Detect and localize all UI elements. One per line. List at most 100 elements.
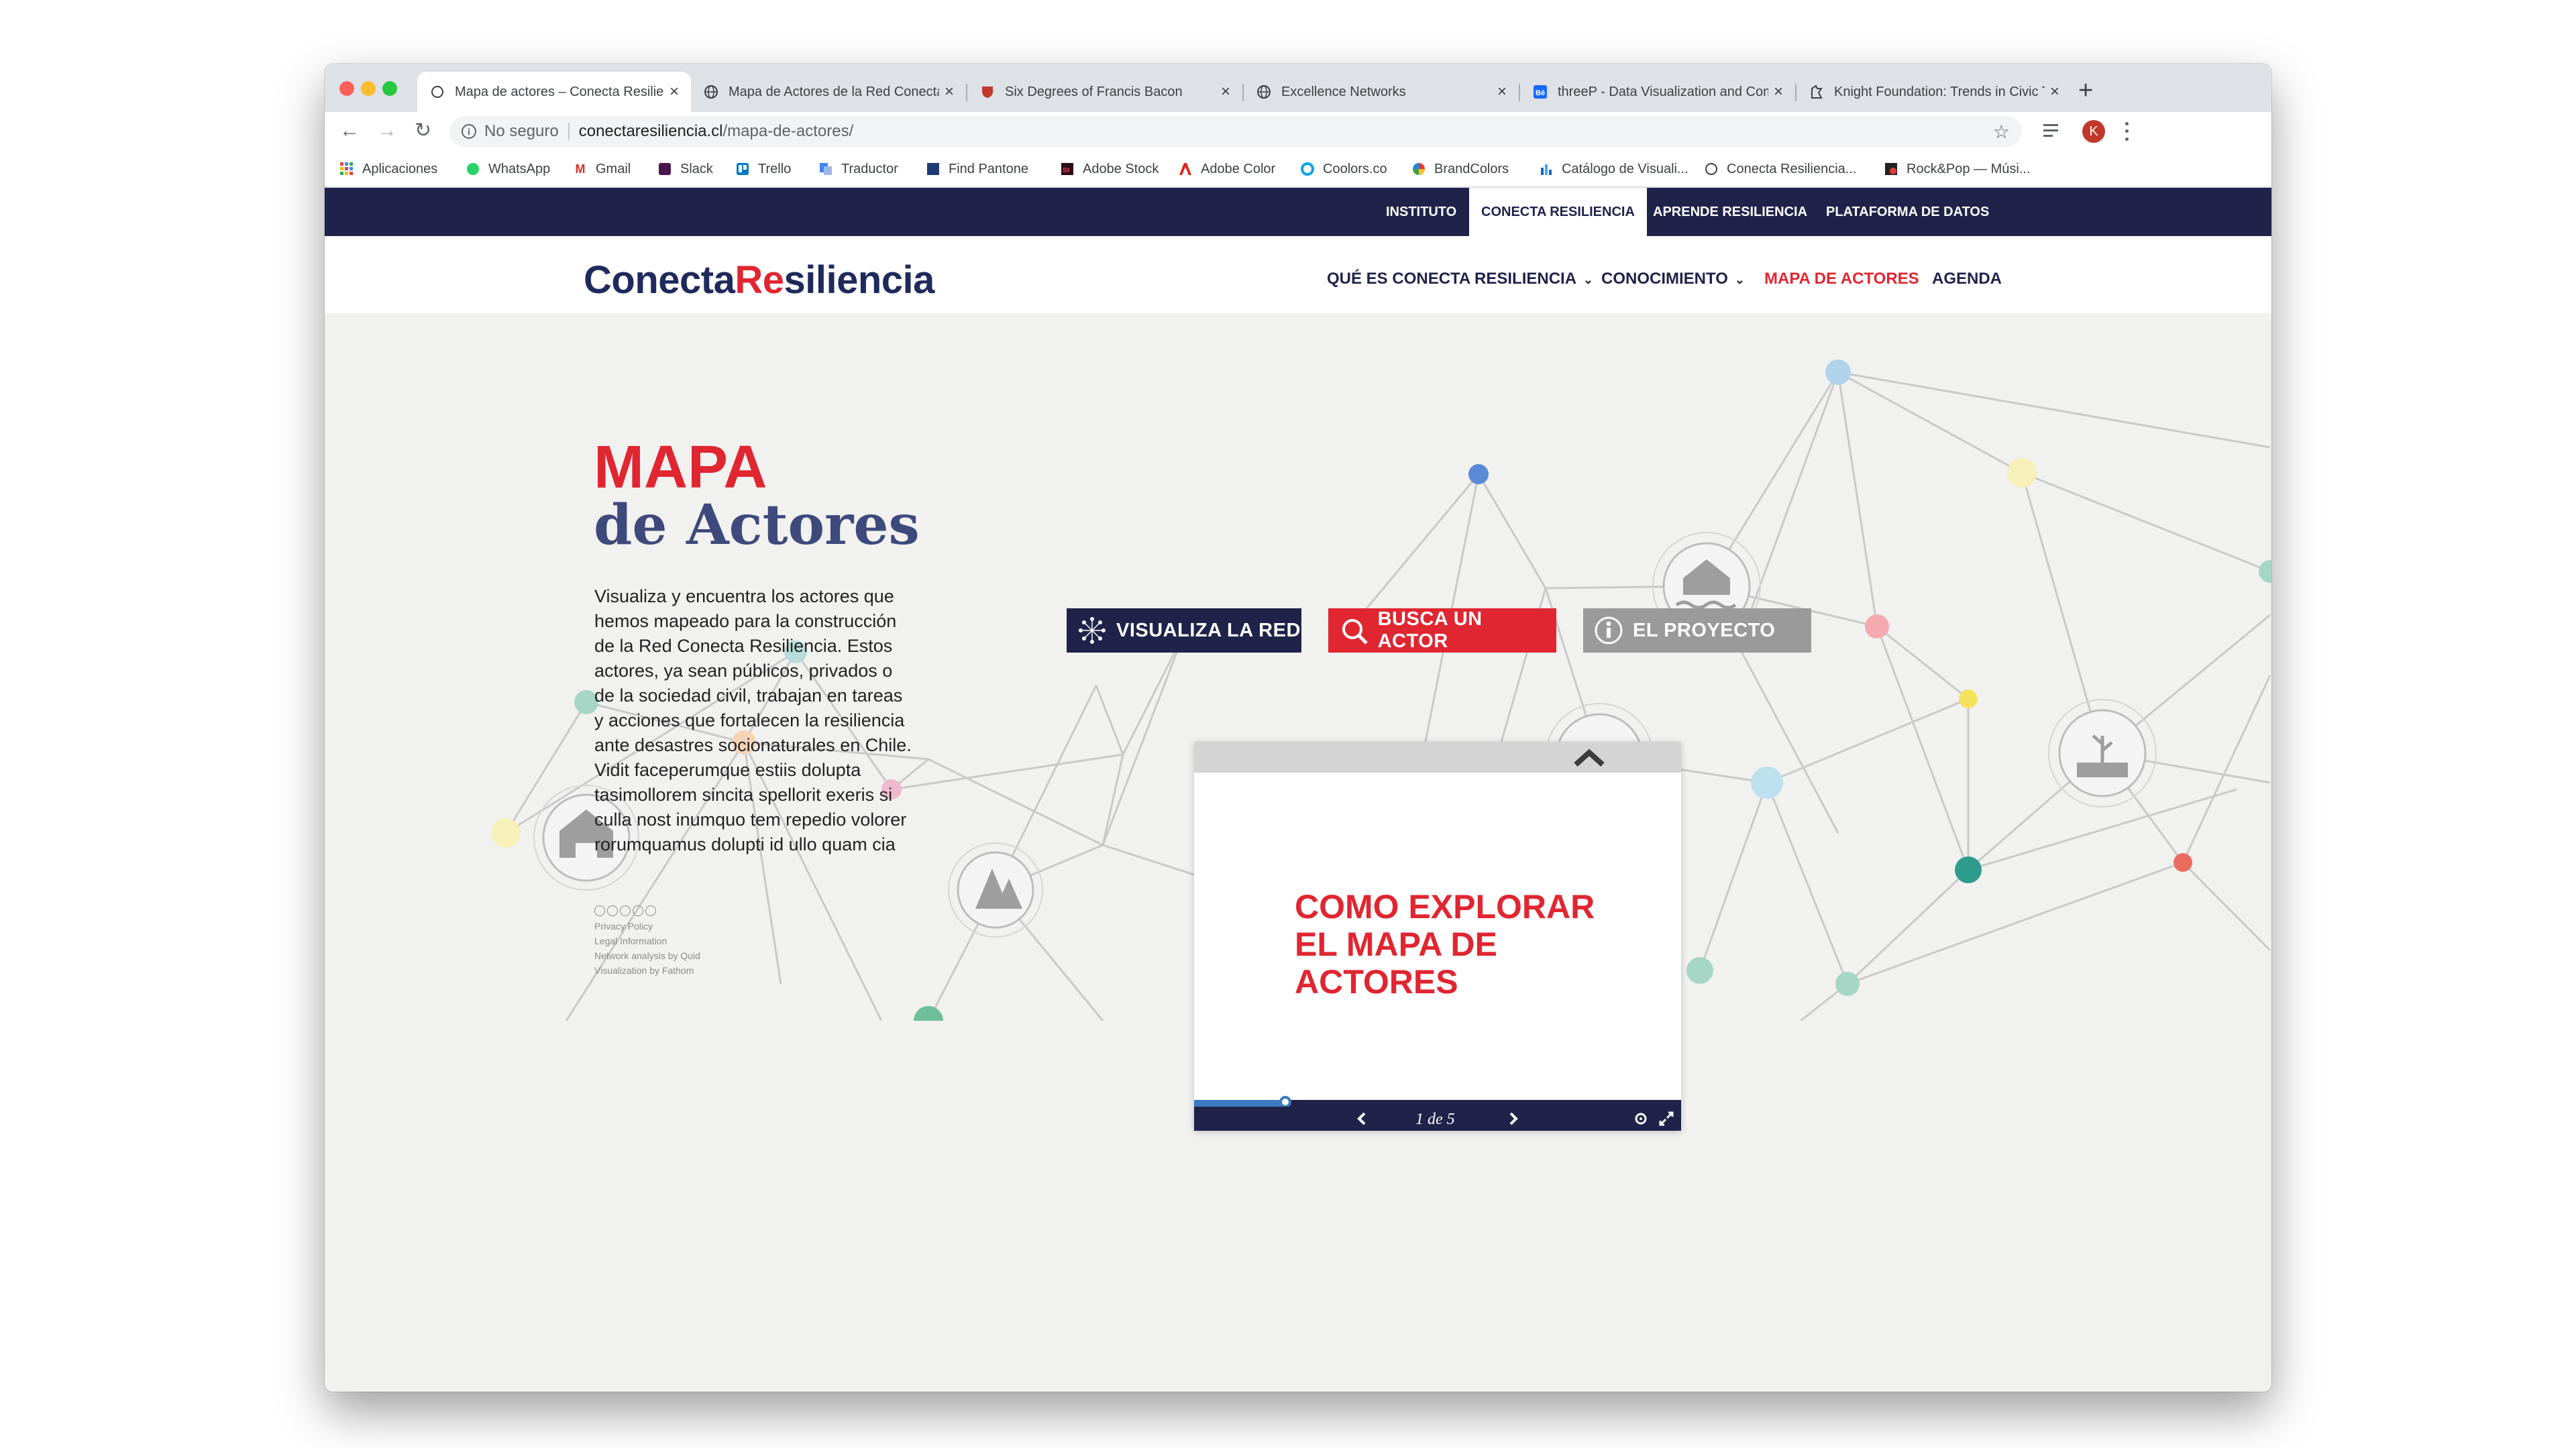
bookmark-label: Find Pantone [949,161,1028,176]
visualiza-la-red-button[interactable]: VISUALIZA LA RED [1067,608,1301,653]
collapse-chevron-icon[interactable] [1572,747,1606,767]
bookmark-brandcolors[interactable]: BrandColors [1411,159,1509,179]
bookmark-label: Adobe Stock [1083,161,1159,176]
page-subtitle: de Actores [594,493,920,557]
tab-excellence-networks[interactable]: Excellence Networks × [1244,72,1519,112]
svg-text:St: St [1063,167,1070,174]
bookmark-rockpop[interactable]: Rock&Pop — Músi... [1884,159,2031,179]
search-icon [1338,614,1370,647]
institutional-nav: INSTITUTO CONECTA RESILIENCIA APRENDE RE… [325,188,2271,236]
hub-forest-fire-icon [948,842,1043,938]
bookmark-catalogo[interactable]: Catálogo de Visuali... [1539,159,1688,179]
nav-mapa-de-actores[interactable]: MAPA DE ACTORES [1764,270,1919,288]
bookmark-gmail[interactable]: M Gmail [573,159,631,179]
topnav-conecta-resiliencia[interactable]: CONECTA RESILIENCIA [1469,188,1647,236]
close-tab-icon[interactable]: × [1492,82,1512,101]
nav-que-es[interactable]: QUÉ ES CONECTA RESILIENCIA ⌄ [1327,270,1593,288]
minimize-window-button[interactable] [361,81,376,96]
bookmark-label: Catálogo de Visuali... [1562,161,1688,176]
bookmark-adobe-color[interactable]: Adobe Color [1178,159,1275,179]
bookmark-find-pantone[interactable]: Find Pantone [926,159,1028,179]
footer-links: Privacy Policy Legal Information Network… [594,905,700,978]
logo-part-2: Re [735,258,784,302]
site-header: ConectaResiliencia QUÉ ES CONECTA RESILI… [325,236,2271,313]
tab-threep[interactable]: Bē threeP - Data Visualization and Comm … [1520,72,1795,112]
privacy-policy-link[interactable]: Privacy Policy [594,919,700,934]
tab-mapa-actores-red[interactable]: Mapa de Actores de la Red Conecta Resili… [691,72,966,112]
bookmark-coolors[interactable]: Coolors.co [1300,159,1387,179]
close-tab-icon[interactable]: × [664,82,684,101]
legal-information-link[interactable]: Legal Information [594,934,700,948]
info-icon [1593,614,1625,647]
forward-arrow-icon[interactable]: → [377,117,397,144]
info-icon[interactable]: i [462,124,476,139]
chevron-down-icon: ⌄ [1734,273,1745,286]
star-icon[interactable]: ☆ [1993,121,2010,143]
maximize-window-button[interactable] [382,81,397,96]
intro-line: Visualiza y encuentra los actores que [594,586,894,606]
bookmark-label: Trello [758,161,792,176]
back-arrow-icon[interactable]: ← [339,117,360,144]
tab-six-degrees[interactable]: Six Degrees of Francis Bacon × [967,72,1242,112]
slide-progress-bar[interactable] [1194,1096,1681,1108]
circle-icon [1704,162,1719,176]
topnav-instituto[interactable]: INSTITUTO [1386,188,1456,236]
visualization-credit[interactable]: Visualization by Fathom [594,963,700,978]
translate-icon [818,162,833,176]
busca-un-actor-button[interactable]: BUSCA UN ACTOR [1328,608,1556,653]
close-tab-icon[interactable]: × [1216,82,1236,101]
browser-window: Mapa de actores – Conecta Resiliencia × … [325,64,2271,1392]
reload-icon[interactable]: ↻ [415,117,431,144]
loading-circle-icon [429,84,445,100]
network-analysis-credit[interactable]: Network analysis by Quid [594,948,700,963]
bookmark-traductor[interactable]: Traductor [818,159,898,179]
bookmark-adobe-stock[interactable]: St Adobe Stock [1060,159,1159,179]
bookmark-conecta-resiliencia[interactable]: Conecta Resiliencia... [1704,159,1856,179]
tab-knight-foundation[interactable]: Knight Foundation: Trends in Civic Tech … [1796,72,2072,112]
nav-agenda[interactable]: AGENDA [1932,270,2002,288]
security-label[interactable]: No seguro [484,122,559,141]
el-proyecto-button[interactable]: EL PROYECTO [1583,608,1811,653]
svg-text:Bē: Bē [1536,89,1545,97]
intro-line: Vidit faceperumque estiis dolupta [594,760,861,780]
tutorial-slideshow: COMO EXPLORAR EL MAPA DE ACTORES 1 de 5 [1194,742,1681,1131]
fullscreen-icon[interactable] [1658,1111,1674,1127]
adobe-icon [1178,162,1193,176]
next-slide-icon[interactable] [1507,1111,1520,1127]
logo-part-1: Conecta [584,258,735,302]
kebab-menu-icon[interactable] [2124,120,2129,143]
topnav-plataforma-de-datos[interactable]: PLATAFORMA DE DATOS [1826,188,1989,236]
close-tab-icon[interactable]: × [2045,82,2065,101]
intro-line: hemos mapeado para la construcción [594,611,897,631]
settings-icon[interactable] [1633,1111,1649,1127]
address-bar[interactable]: i No seguro conectaresiliencia.cl /mapa-… [449,116,2022,147]
slide-heading-line: ACTORES [1295,963,1458,1001]
new-tab-button[interactable]: + [2078,77,2093,104]
button-label: BUSCA UN ACTOR [1377,608,1483,652]
whatsapp-icon [466,162,480,176]
intro-line: culla nost inumquo tem repedio volorer [594,810,907,830]
globe-icon [1256,84,1272,100]
avatar[interactable]: K [2082,120,2105,143]
bookmark-label: Coolors.co [1323,161,1387,176]
button-label: VISUALIZA LA RED [1116,619,1301,641]
topnav-aprende-resiliencia[interactable]: APRENDE RESILIENCIA [1653,188,1807,236]
site-logo[interactable]: ConectaResiliencia [584,258,934,302]
bookmark-slack[interactable]: Slack [657,159,713,179]
slideshow-controls: 1 de 5 [1194,1107,1681,1131]
bookmark-whatsapp[interactable]: WhatsApp [466,159,550,179]
previous-slide-icon[interactable] [1355,1111,1368,1127]
close-tab-icon[interactable]: × [1768,82,1788,101]
slideshow-header [1194,742,1681,773]
close-tab-icon[interactable]: × [939,82,959,101]
nav-conocimiento[interactable]: CONOCIMIENTO ⌄ [1601,270,1745,288]
intro-line: rorumquamus dolupti id ullo quam cia [594,834,896,854]
bookmark-trello[interactable]: Trello [735,159,791,179]
reading-list-icon[interactable] [2043,121,2061,140]
tab-mapa-de-actores[interactable]: Mapa de actores – Conecta Resiliencia × [417,72,691,112]
intro-line: y acciones que fortalecen la resiliencia [594,710,905,730]
url-path: /mapa-de-actores/ [722,122,854,140]
url-domain: conectaresiliencia.cl [578,122,723,140]
close-window-button[interactable] [339,81,354,96]
bookmark-aplicaciones[interactable]: Aplicaciones [339,159,437,179]
